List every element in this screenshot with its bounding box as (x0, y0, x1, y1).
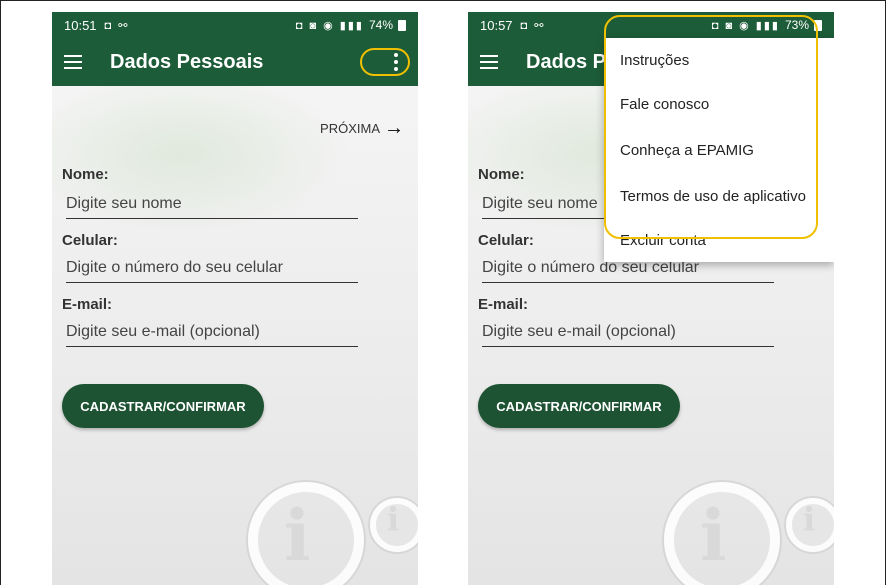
highlight-overflow-menu (360, 48, 410, 76)
name-label: Nome: (478, 166, 525, 183)
email-input[interactable]: Digite seu e-mail (opcional) (66, 320, 358, 347)
phone-label: Celular: (478, 232, 534, 249)
notification-icons: ◘ ⚯ (520, 19, 546, 32)
signal-icons: ◘ ◙ ◉ ▮▮▮ (295, 19, 364, 32)
info-icon: i (284, 494, 311, 577)
battery-level: 74% (368, 18, 393, 32)
register-confirm-button[interactable]: CADASTRAR/CONFIRMAR (478, 384, 680, 428)
menu-hamburger-icon[interactable] (64, 55, 82, 69)
phone-label: Celular: (62, 232, 118, 249)
name-label: Nome: (62, 166, 109, 183)
left-phone-screen: i i 10:51 ◘ ⚯ ◘ ◙ ◉ ▮▮▮ 74% Dados Pessoa… (52, 12, 418, 585)
name-input[interactable]: Digite seu nome (66, 192, 358, 219)
status-bar: 10:51 ◘ ⚯ ◘ ◙ ◉ ▮▮▮ 74% (52, 12, 418, 38)
next-link-label: PRÓXIMA (320, 120, 380, 136)
battery-icon (398, 19, 406, 31)
email-label: E-mail: (478, 296, 529, 313)
menu-hamburger-icon[interactable] (480, 55, 498, 69)
email-input[interactable]: Digite seu e-mail (opcional) (482, 320, 774, 347)
highlight-menu-items (604, 15, 818, 239)
info-icon: i (700, 494, 727, 577)
info-icon-small: i (803, 500, 816, 538)
page-title: Dados Pessoais (110, 50, 264, 73)
status-time: 10:51 (64, 17, 97, 33)
arrow-right-icon: → (384, 117, 404, 139)
status-time: 10:57 (480, 17, 513, 33)
phone-input[interactable]: Digite o número do seu celular (66, 256, 358, 283)
register-confirm-button[interactable]: CADASTRAR/CONFIRMAR (62, 384, 264, 428)
frame-left (0, 0, 1, 585)
right-phone-screen: i i 10:57 ◘ ⚯ ◘ ◙ ◉ ▮▮▮ 73% Dados P Nome… (468, 12, 834, 585)
frame-top (0, 0, 886, 1)
info-icon-small: i (387, 500, 400, 538)
next-link[interactable]: PRÓXIMA → (320, 118, 404, 138)
email-label: E-mail: (62, 296, 113, 313)
page-title: Dados P (526, 50, 607, 73)
notification-icons: ◘ ⚯ (104, 19, 130, 32)
